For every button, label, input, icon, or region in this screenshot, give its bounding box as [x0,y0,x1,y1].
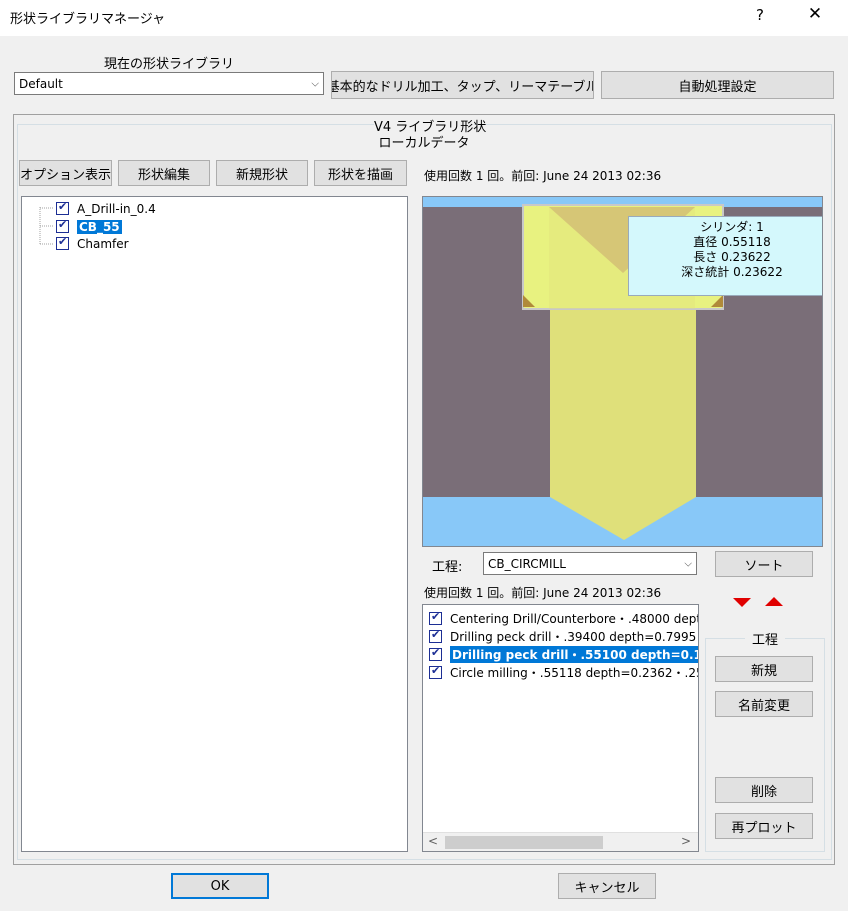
new-shape-button[interactable]: 新規形状 [216,160,308,186]
delete-button[interactable]: 削除 [715,777,813,803]
list-item-label: Circle milling・.55118 depth=0.2362・.250 [450,665,699,680]
checkbox-icon[interactable] [429,628,442,643]
help-button[interactable]: ? [750,6,770,24]
list-item-label: Centering Drill/Counterbore・.48000 depth [450,611,699,626]
usage-info: 使用回数 1 回。前回: June 24 2013 02:36 [424,586,662,600]
tree-item-label: A_Drill-in_0.4 [77,201,156,216]
move-up-icon[interactable] [765,597,783,606]
scroll-left-icon[interactable]: < [428,834,438,848]
tooltip-line: シリンダ: 1 [700,220,764,234]
title-bar: 形状ライブラリマネージャ ? ✕ [0,0,848,36]
auto-settings-button[interactable]: 自動処理設定 [601,71,834,99]
process-select-value: CB_CIRCMILL [488,556,566,571]
tree-item-label: Chamfer [77,236,129,251]
process-label: 工程: [432,560,463,575]
draw-shape-button[interactable]: 形状を描画 [314,160,407,186]
scrollbar-thumb[interactable] [445,836,603,849]
shapes-group-subtitle: ローカルデータ [378,136,470,151]
checkbox-icon[interactable] [56,200,69,215]
library-select[interactable]: Default ⌵ [14,72,324,95]
chevron-down-icon: ⌵ [311,78,319,89]
shape-preview[interactable]: シリンダ: 1 直径 0.55118 長さ 0.23622 深さ統計 0.236… [422,196,823,547]
process-list[interactable]: Centering Drill/Counterbore・.48000 depth… [422,604,699,852]
close-button[interactable]: ✕ [800,4,830,24]
tree-item-selected[interactable]: CB_55 [56,218,122,235]
checkbox-icon[interactable] [429,610,442,625]
tooltip-line: 深さ統計 0.23622 [681,265,783,279]
list-item[interactable]: Drilling peck drill・.39400 depth=0.7995 [429,627,696,645]
checkbox-icon[interactable] [56,235,69,250]
library-label: 現在の形状ライブラリ [104,57,235,72]
library-select-value: Default [19,76,63,91]
checkbox-icon[interactable] [429,646,442,661]
ok-button[interactable]: OK [171,873,269,899]
horizontal-scrollbar[interactable]: < > [423,832,698,851]
process-select[interactable]: CB_CIRCMILL ⌵ [483,552,697,575]
list-item-selected[interactable]: Drilling peck drill・.55100 depth=0.18 [429,645,698,663]
tooltip-line: 直径 0.55118 [693,235,771,249]
chevron-down-icon: ⌵ [684,558,692,569]
tree-item[interactable]: A_Drill-in_0.4 [56,200,156,217]
show-options-button[interactable]: オプション表示 [19,160,112,186]
basic-table-button[interactable]: 基本的なドリル加工、タップ、リーマテーブル [331,71,594,99]
usage-info-top: 使用回数 1 回。前回: June 24 2013 02:36 [424,169,662,183]
replot-button[interactable]: 再プロット [715,813,813,839]
tree-item-label: CB_55 [77,219,122,234]
cancel-button[interactable]: キャンセル [558,873,656,899]
shape-tooltip: シリンダ: 1 直径 0.55118 長さ 0.23622 深さ統計 0.236… [628,216,822,296]
window-title: 形状ライブラリマネージャ [10,12,166,27]
scroll-right-icon[interactable]: > [681,834,691,848]
process-group-title: 工程 [745,629,785,648]
tooltip-line: 長さ 0.23622 [693,250,771,264]
list-item-label: Drilling peck drill・.55100 depth=0.18 [450,645,698,663]
edit-shape-button[interactable]: 形状編集 [118,160,210,186]
move-down-icon[interactable] [733,598,751,607]
list-item[interactable]: Centering Drill/Counterbore・.48000 depth [429,609,699,627]
list-item[interactable]: Circle milling・.55118 depth=0.2362・.250 [429,663,699,681]
tree-item[interactable]: Chamfer [56,235,129,252]
checkbox-icon[interactable] [429,664,442,679]
new-process-button[interactable]: 新規 [715,656,813,682]
shapes-tree[interactable]: A_Drill-in_0.4 CB_55 Chamfer [21,196,408,852]
rename-button[interactable]: 名前変更 [715,691,813,717]
list-item-label: Drilling peck drill・.39400 depth=0.7995 [450,629,697,644]
checkbox-icon[interactable] [56,218,69,233]
sort-button[interactable]: ソート [715,551,813,577]
